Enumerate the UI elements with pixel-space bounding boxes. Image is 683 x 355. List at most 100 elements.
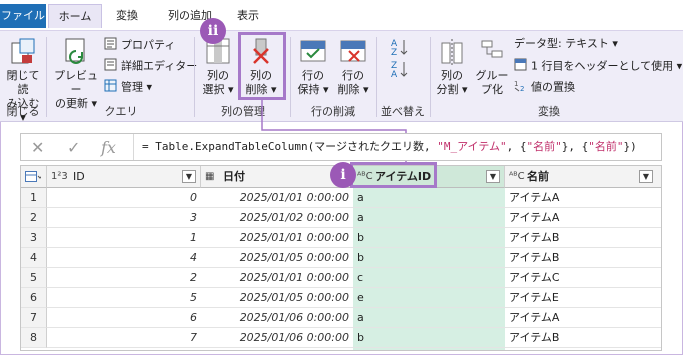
cell-id[interactable]: 2 [47,268,201,288]
cell-date[interactable]: 2025/01/01 0:00:00 [201,188,353,208]
group-close-label: 閉じる [6,105,40,118]
row-number[interactable]: 3 [21,228,47,248]
svg-text:2: 2 [520,85,524,92]
refresh-preview-button[interactable]: プレビュー の更新 ▾ [52,37,100,111]
properties-button[interactable]: プロパティ [104,37,175,54]
remove-rows-label1: 行の [342,69,364,82]
formula-mid2: }, { [561,140,589,153]
table-menu-button[interactable] [21,166,47,188]
cell-item-id[interactable]: c [353,268,505,288]
group-by-button[interactable]: グルー プ化 [474,37,510,97]
column-header-name[interactable]: ᴬᴮC 名前 ▼ [505,166,661,188]
sort-ascending-button[interactable]: A Z [386,37,416,61]
split-column-label2: 分割 ▾ [436,83,468,96]
sort-descending-button[interactable]: Z A [386,59,416,83]
cell-item-id[interactable]: b [353,248,505,268]
row-number[interactable]: 4 [21,248,47,268]
keep-rows-label2: 保持 ▾ [297,83,329,96]
divider [430,37,431,117]
remove-rows-button[interactable]: 行の 削除 ▾ [334,37,372,97]
replace-values-button[interactable]: 1 2 値の置換 [514,79,575,96]
group-by-label2: プ化 [481,83,503,96]
cancel-icon[interactable]: ✕ [31,138,44,157]
choose-columns-label2: 選択 ▾ [202,83,234,96]
header-name-label: 名前 [527,170,549,183]
cell-item-id[interactable]: a [353,308,505,328]
cell-id[interactable]: 6 [47,308,201,328]
cell-date[interactable]: 2025/01/05 0:00:00 [201,288,353,308]
split-column-button[interactable]: 列の 分割 ▾ [434,37,470,97]
filter-dropdown-icon[interactable]: ▼ [182,170,196,183]
row-number[interactable]: 6 [21,288,47,308]
advanced-editor-button[interactable]: 詳細エディター [104,58,197,75]
filter-dropdown-icon[interactable]: ▼ [486,170,500,183]
keep-rows-button[interactable]: 行の 保持 ▾ [294,37,332,97]
row-number[interactable]: 8 [21,328,47,348]
cell-id[interactable]: 4 [47,248,201,268]
datetime-type-icon[interactable]: ▦ [205,166,214,188]
manage-button[interactable]: 管理 ▾ [104,79,152,96]
cell-name[interactable]: アイテムB [505,228,661,248]
keep-rows-label1: 行の [302,69,324,82]
cell-item-id[interactable]: b [353,228,505,248]
cell-date[interactable]: 2025/01/05 0:00:00 [201,248,353,268]
properties-label: プロパティ [121,38,176,52]
callout-i: i [330,162,356,188]
row-number[interactable]: 1 [21,188,47,208]
cell-id[interactable]: 1 [47,228,201,248]
cell-date[interactable]: 2025/01/02 0:00:00 [201,208,353,228]
divider [194,37,195,117]
svg-text:1: 1 [514,80,518,88]
menu-bar: ファイル ホーム 変換 列の追加 表示 [0,0,683,30]
svg-text:A: A [391,70,398,79]
column-header-id[interactable]: 1²3 ID ▼ [47,166,201,188]
tab-file[interactable]: ファイル [0,4,46,28]
data-grid: 1²3 ID ▼ ▦ 日付 ▼ ᴬᴮC アイテムID ▼ ᴬᴮC 名前 ▼ 10… [20,165,662,351]
cell-name[interactable]: アイテムE [505,288,661,308]
cell-id[interactable]: 5 [47,288,201,308]
cell-item-id[interactable]: e [353,288,505,308]
cell-name[interactable]: アイテムA [505,188,661,208]
use-first-row-headers-button[interactable]: 1 行目をヘッダーとして使用 ▾ [514,58,682,75]
row-number[interactable]: 7 [21,308,47,328]
cell-item-id[interactable]: a [353,188,505,208]
choose-columns-button[interactable]: 列の 選択 ▾ [198,37,238,97]
tab-home[interactable]: ホーム [48,4,102,28]
cell-date[interactable]: 2025/01/06 0:00:00 [201,308,353,328]
header-row-icon [514,58,527,75]
formula-arg3: "名前" [588,140,624,153]
cell-name[interactable]: アイテムC [505,268,661,288]
svg-text:Z: Z [391,48,397,57]
formula-arg1: "M_アイテム" [437,140,507,153]
cell-date[interactable]: 2025/01/01 0:00:00 [201,268,353,288]
cell-name[interactable]: アイテムA [505,308,661,328]
filter-dropdown-icon[interactable]: ▼ [639,170,653,183]
data-type-label: データ型: テキスト ▾ [514,37,618,50]
confirm-icon[interactable]: ✓ [67,138,80,157]
fx-icon[interactable]: fx [101,138,116,157]
remove-rows-icon [340,40,366,62]
row-number[interactable]: 2 [21,208,47,228]
text-type-icon[interactable]: ᴬᴮC [509,166,525,188]
cell-name[interactable]: アイテムA [505,208,661,228]
tab-transform[interactable]: 変換 [108,4,146,28]
cell-date[interactable]: 2025/01/06 0:00:00 [201,328,353,348]
cell-item-id[interactable]: b [353,328,505,348]
tab-view[interactable]: 表示 [228,4,268,28]
cell-name[interactable]: アイテムB [505,248,661,268]
cell-item-id[interactable]: a [353,208,505,228]
group-by-label1: グルー [475,69,509,82]
cell-id[interactable]: 7 [47,328,201,348]
formula-suffix: }) [623,140,637,153]
table-icon [25,171,43,182]
group-query-label: クエリ [104,105,138,118]
data-type-dropdown[interactable]: データ型: テキスト ▾ [514,37,618,51]
cell-name[interactable]: アイテムB [505,328,661,348]
formula-mid: , { [506,140,527,153]
formula-input[interactable]: = Table.ExpandTableColumn(マージされたクエリ数, "M… [133,134,637,160]
cell-date[interactable]: 2025/01/01 0:00:00 [201,228,353,248]
number-type-icon[interactable]: 1²3 [51,166,68,188]
cell-id[interactable]: 0 [47,188,201,208]
row-number[interactable]: 5 [21,268,47,288]
cell-id[interactable]: 3 [47,208,201,228]
